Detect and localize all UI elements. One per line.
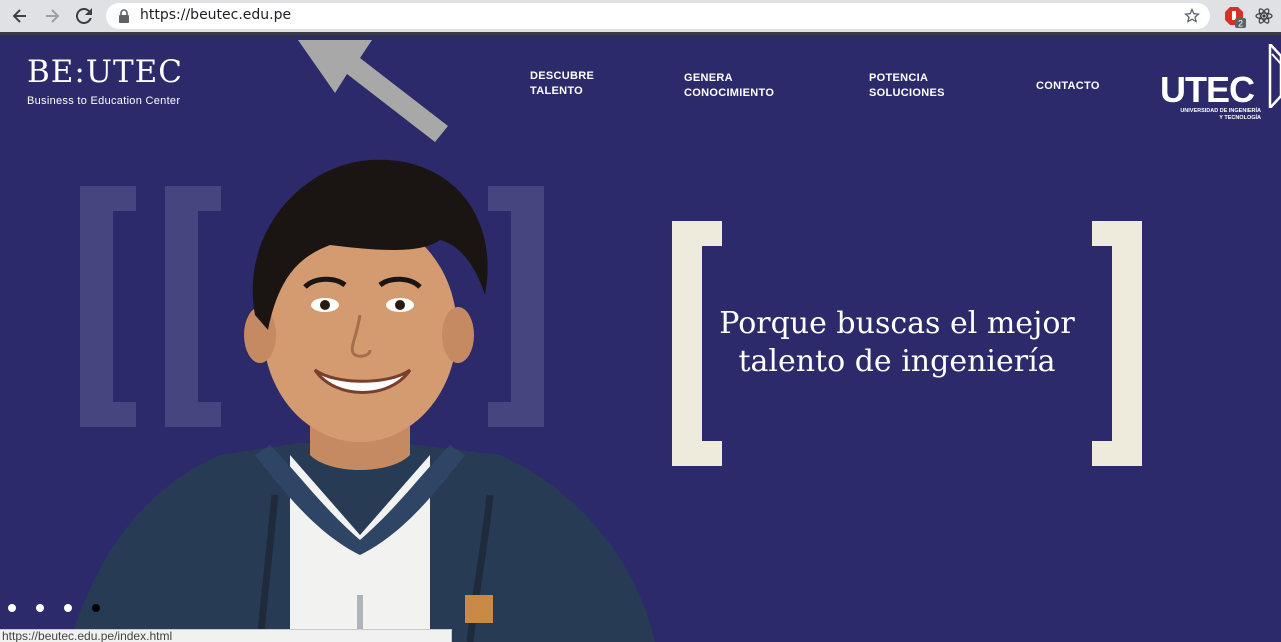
nav-descubre-talento[interactable]: DESCUBRE TALENTO <box>530 69 594 99</box>
reload-button[interactable] <box>73 5 95 27</box>
status-bar-link: https://beutec.edu.pe/index.html <box>0 629 452 642</box>
back-button[interactable] <box>9 5 31 27</box>
page: https://beutec.edu.pe 2 BE:UTEC Business… <box>0 0 1281 642</box>
hero-headline: Porque buscas el mejor talento de ingeni… <box>712 305 1082 381</box>
hero-headline-line1: Porque buscas el mejor <box>719 306 1075 341</box>
address-url: https://beutec.edu.pe <box>140 7 292 23</box>
address-bar[interactable]: https://beutec.edu.pe <box>106 3 1210 29</box>
extension-badge: 2 <box>1238 19 1243 29</box>
beutec-tagline: Business to Education Center <box>27 95 181 107</box>
nav-label-line2: TALENTO <box>530 85 584 97</box>
utec-logo[interactable]: UTEC <box>1160 72 1255 108</box>
toolbar-divider <box>0 32 1281 35</box>
atom-icon <box>1255 8 1273 24</box>
slider-dot-4[interactable] <box>92 604 100 612</box>
slider-dot-3[interactable] <box>64 604 72 612</box>
hero-headline-line2: talento de ingeniería <box>738 344 1056 379</box>
nav-label-line1: DESCUBRE <box>530 70 595 82</box>
nav-contacto[interactable]: CONTACTO <box>1036 79 1100 94</box>
nav-label-line1: CONTACTO <box>1036 80 1100 92</box>
bookmark-star-icon[interactable] <box>1184 8 1200 24</box>
nav-label-line2: SOLUCIONES <box>869 87 945 99</box>
extension-adblock-icon[interactable]: 2 <box>1224 6 1246 29</box>
extension-react-icon[interactable] <box>1254 6 1274 26</box>
nav-label-line2: CONOCIMIENTO <box>684 87 775 99</box>
utec-subtitle-line2: Y TECNOLOGÍA <box>1219 115 1261 121</box>
utec-subtitle: UNIVERSIDAD DE INGENIERÍA Y TECNOLOGÍA <box>1161 108 1261 122</box>
nav-label-line1: GENERA <box>684 72 733 84</box>
student-photo <box>70 159 655 642</box>
browser-toolbar: https://beutec.edu.pe 2 <box>0 0 1281 32</box>
pointer-arrow-annotation <box>298 40 448 142</box>
nav-label-line1: POTENCIA <box>869 72 929 84</box>
reload-icon <box>76 8 92 24</box>
utec-emblem-icon <box>1268 44 1281 108</box>
lock-icon <box>119 9 129 23</box>
beutec-logo[interactable]: BE:UTEC <box>27 56 183 88</box>
nav-genera-conocimiento[interactable]: GENERA CONOCIMIENTO <box>684 71 774 101</box>
stop-sign-icon: 2 <box>1225 7 1246 29</box>
utec-subtitle-line1: UNIVERSIDAD DE INGENIERÍA <box>1180 108 1261 114</box>
forward-button[interactable] <box>41 5 63 27</box>
back-arrow-icon <box>12 9 26 23</box>
nav-potencia-soluciones[interactable]: POTENCIA SOLUCIONES <box>869 71 945 101</box>
forward-arrow-icon <box>46 9 60 23</box>
slider-pagination <box>8 604 100 612</box>
slider-dot-1[interactable] <box>8 604 16 612</box>
slider-dot-2[interactable] <box>36 604 44 612</box>
